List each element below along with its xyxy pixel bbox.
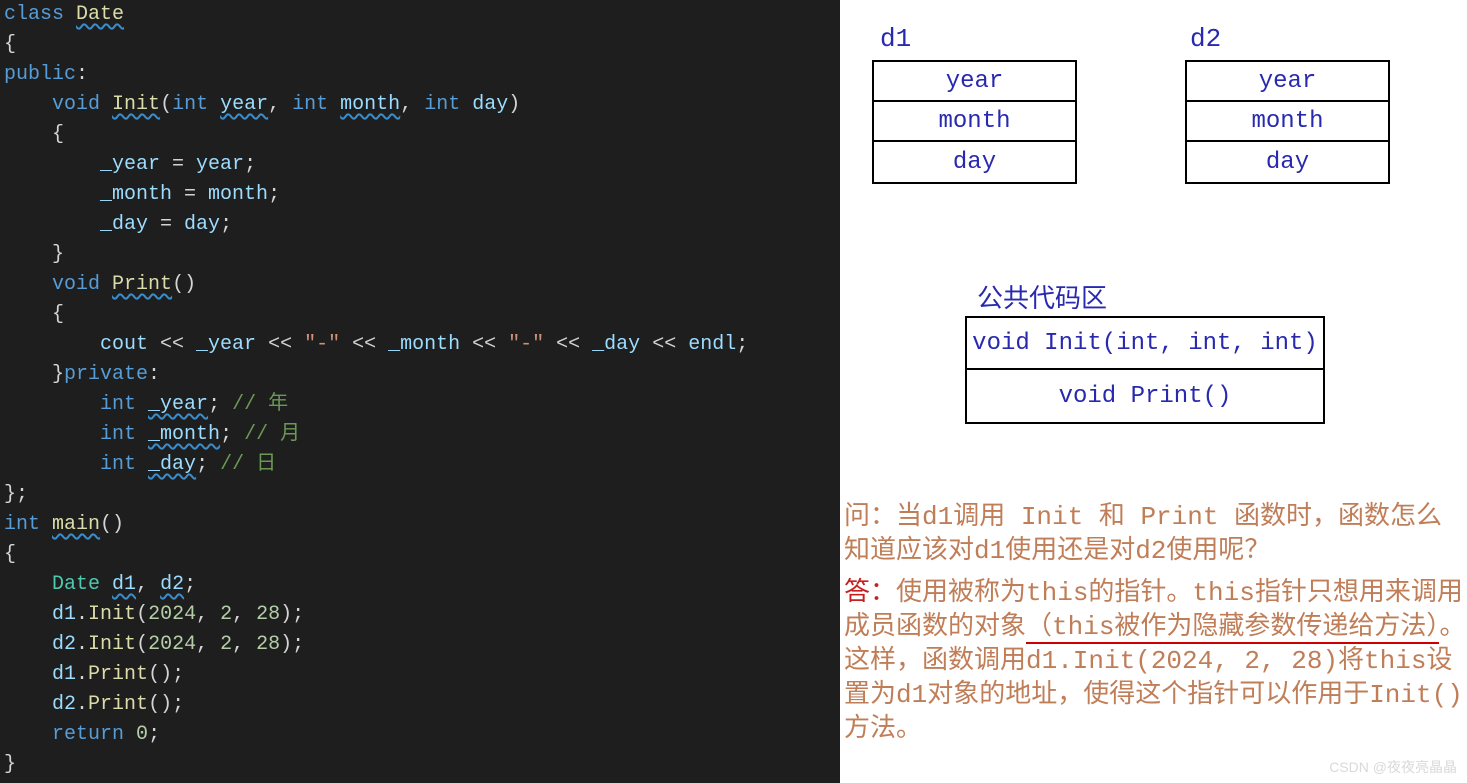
shared-code-title: 公共代码区: [977, 278, 1107, 315]
d1-cell-year: year: [874, 62, 1075, 102]
shared-cell-init: void Init(int, int, int): [967, 318, 1323, 370]
d2-cell-month: month: [1187, 102, 1388, 142]
object-d1-label: d1: [880, 24, 911, 54]
question-prefix: 问：: [844, 502, 896, 532]
shared-cell-print: void Print(): [967, 370, 1323, 422]
answer-prefix: 答：: [844, 578, 896, 608]
question-body: 当d1调用 Init 和 Print 函数时，函数怎么知道应该对d1使用还是对d…: [844, 502, 1442, 566]
object-d2-label: d2: [1190, 24, 1221, 54]
question-text: 问：当d1调用 Init 和 Print 函数时，函数怎么知道应该对d1使用还是…: [844, 500, 1464, 568]
shared-code-box: void Init(int, int, int) void Print(): [965, 316, 1325, 424]
diagram-panel: d1 year month day d2 year month day 公共代码…: [840, 0, 1467, 783]
answer-underline: （this被作为隐藏参数传递给方法）: [1026, 612, 1439, 644]
code-editor: class Date { public: void Init(int year,…: [0, 0, 840, 783]
watermark: CSDN @夜夜亮晶晶: [1329, 757, 1457, 777]
d2-cell-day: day: [1187, 142, 1388, 182]
d1-cell-day: day: [874, 142, 1075, 182]
d2-cell-year: year: [1187, 62, 1388, 102]
answer-text: 答：使用被称为this的指针。this指针只想用来调用成员函数的对象（this被…: [844, 576, 1466, 746]
object-d1-box: year month day: [872, 60, 1077, 184]
d1-cell-month: month: [874, 102, 1075, 142]
object-d2-box: year month day: [1185, 60, 1390, 184]
code-block: class Date { public: void Init(int year,…: [4, 0, 836, 780]
